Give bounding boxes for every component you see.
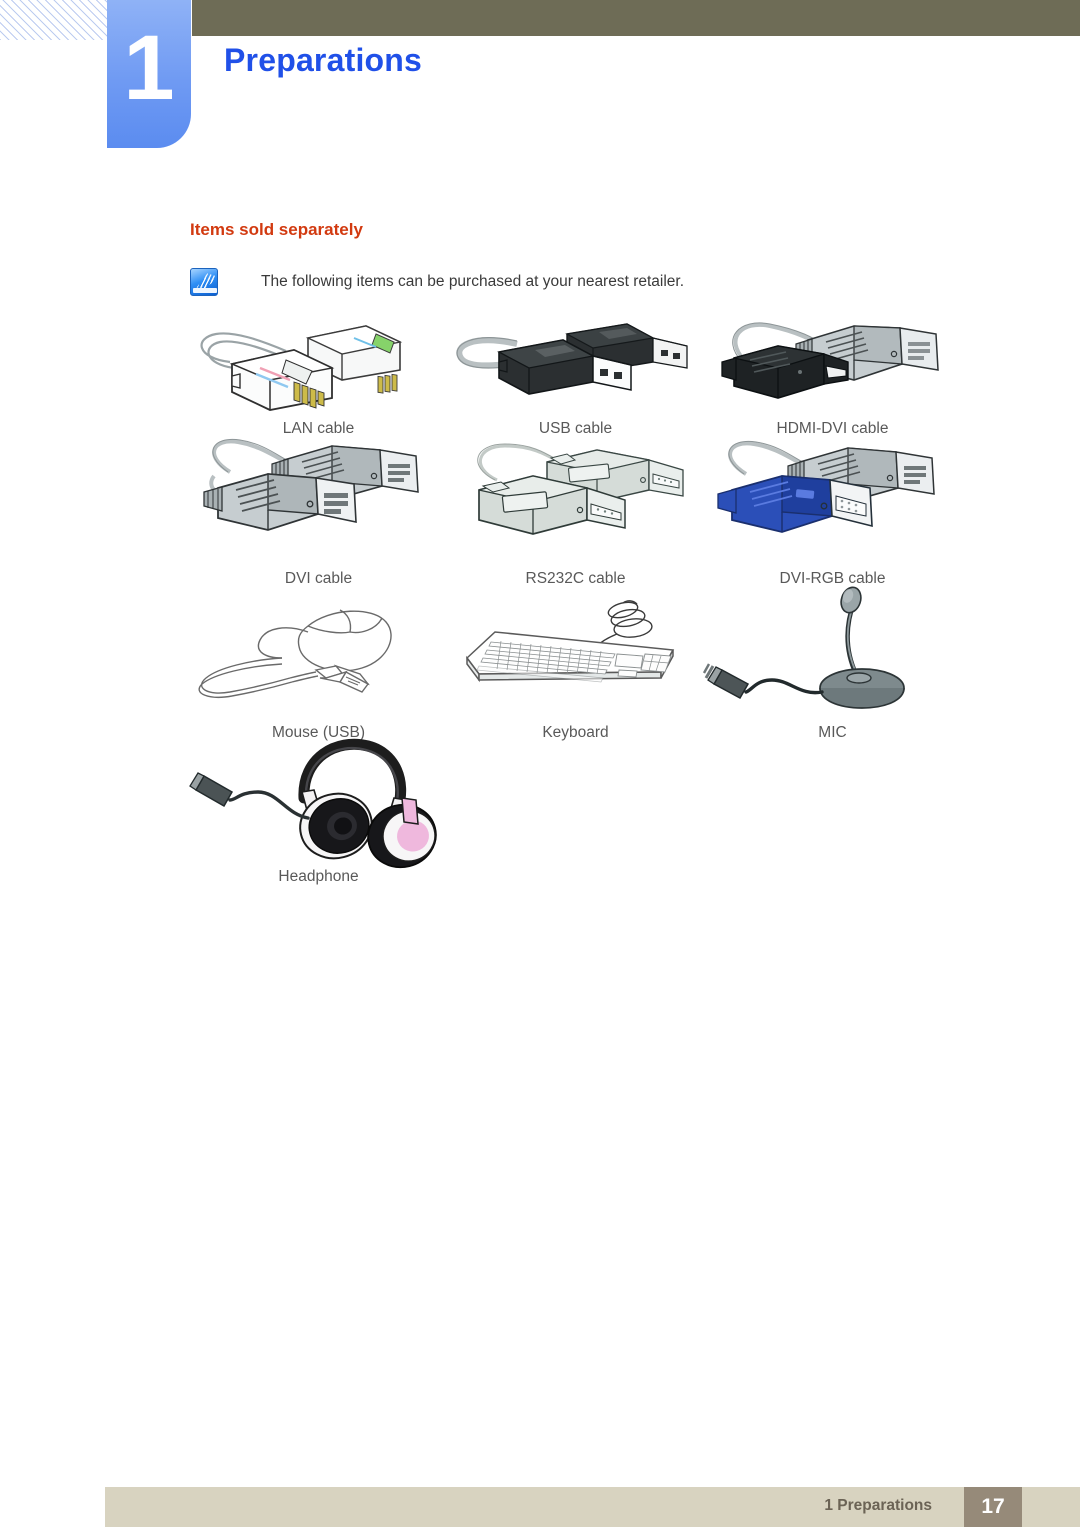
diagonal-hatch-decoration	[0, 0, 107, 40]
item-dvi-rgb-cable: DVI-RGB cable	[704, 438, 961, 588]
note-pen-icon	[190, 268, 218, 296]
page-number: 17	[981, 1495, 1005, 1518]
item-label: Keyboard	[542, 724, 609, 741]
manual-page: 1 Preparations Items sold separately The…	[0, 0, 1080, 1527]
item-mouse-usb: Mouse (USB)	[190, 588, 447, 742]
usb-cable-illustration	[447, 318, 704, 414]
item-dvi-cable: DVI cable	[190, 438, 447, 588]
section-title: Items sold separately	[190, 220, 363, 239]
keyboard-illustration	[447, 588, 704, 718]
dvi-rgb-cable-illustration	[704, 438, 961, 564]
item-headphone: Headphone	[189, 738, 447, 886]
header-bar	[192, 0, 1080, 36]
item-empty-slot-2	[704, 742, 961, 886]
item-label: Mouse (USB)	[271, 724, 366, 741]
item-usb-cable: USB cable	[447, 318, 704, 438]
mouse-illustration	[190, 588, 447, 718]
dvi-cable-illustration	[190, 438, 447, 564]
microphone-illustration	[702, 586, 961, 718]
item-hdmi-dvi-cable: HDMI-DVI cable	[704, 318, 961, 438]
chapter-badge: 1	[107, 0, 191, 148]
items-grid: LAN cable USB cable HDMI-DVI cable DVI c…	[189, 318, 961, 886]
hdmi-dvi-cable-illustration	[704, 318, 961, 414]
item-keyboard: Keyboard	[447, 588, 704, 742]
item-lan-cable: LAN cable	[190, 318, 447, 438]
footer-chapter-label: 1 Preparations	[824, 1497, 932, 1514]
item-rs232c-cable: RS232C cable	[447, 438, 704, 588]
lan-cable-illustration	[190, 318, 447, 414]
rs232c-cable-illustration	[447, 438, 704, 564]
note-row: The following items can be purchased at …	[190, 268, 684, 296]
headphone-illustration	[189, 738, 447, 869]
chapter-number: 1	[123, 17, 175, 119]
page-title: Preparations	[224, 42, 423, 78]
item-empty-slot-1	[447, 742, 704, 886]
footer-bar	[105, 1487, 1080, 1527]
item-microphone: MIC	[702, 586, 961, 742]
item-label: MIC	[818, 724, 847, 741]
note-text: The following items can be purchased at …	[261, 273, 685, 290]
